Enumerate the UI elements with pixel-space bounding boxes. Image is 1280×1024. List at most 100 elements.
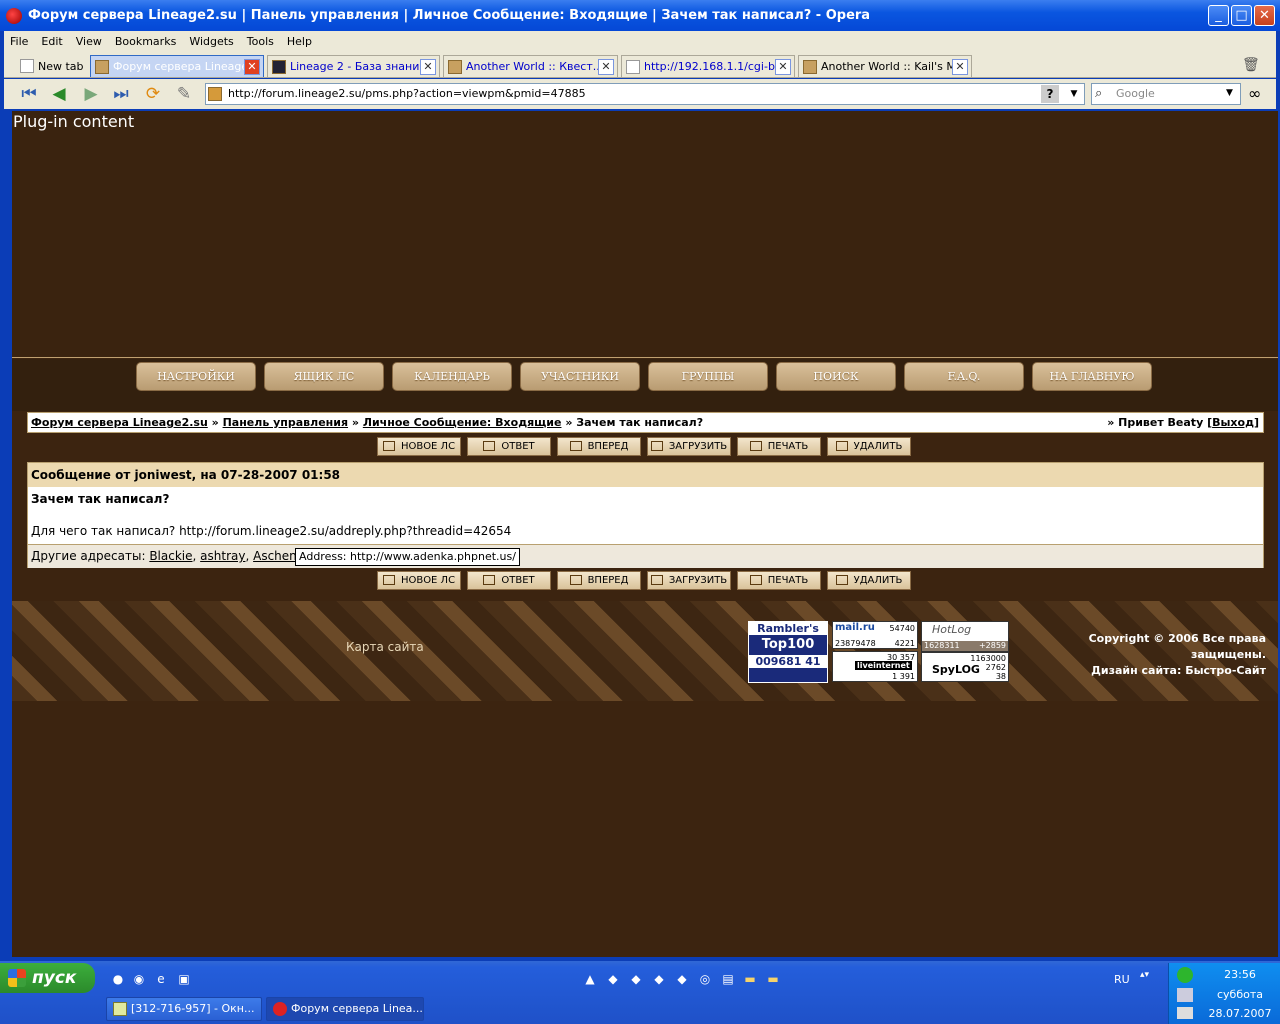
close-tab-icon[interactable]: ✕ bbox=[952, 58, 968, 75]
folder-icon[interactable]: ▬ bbox=[765, 971, 781, 987]
address-bar[interactable]: http://forum.lineage2.su/pms.php?action=… bbox=[205, 83, 1085, 105]
toolbar-icon[interactable]: ▤ bbox=[720, 971, 736, 987]
delete-button[interactable]: УДАЛИТЬ bbox=[827, 437, 911, 456]
mailru-counter[interactable]: mail.ru 54740 23879478 4221 bbox=[832, 621, 918, 649]
new-pm-button[interactable]: НОВОЕ ЛС bbox=[377, 437, 461, 456]
toolbar-icon[interactable]: ◆ bbox=[605, 971, 621, 987]
tab-another-world-quest[interactable]: Another World :: Квест... ✕ bbox=[443, 55, 618, 77]
download-label: ЗАГРУЗИТЬ bbox=[668, 441, 728, 452]
rambler-counter[interactable]: Rambler's Top100 009681 41 bbox=[748, 621, 828, 683]
nav-pm-box-button[interactable]: ЯЩИК ЛС bbox=[264, 362, 384, 391]
dropdown-icon[interactable]: ▼ bbox=[1066, 85, 1082, 103]
crumb-panel-link[interactable]: Панель управления bbox=[223, 416, 348, 429]
delete-icon bbox=[835, 441, 848, 451]
close-button[interactable]: ✕ bbox=[1254, 5, 1275, 26]
forward-button[interactable]: ВПЕРЕД bbox=[557, 571, 641, 590]
toolbar-icon[interactable]: ◆ bbox=[651, 971, 667, 987]
tray-app-icon[interactable] bbox=[1177, 1007, 1193, 1019]
recipient-link[interactable]: Blackie bbox=[149, 549, 192, 563]
plugin-label: Plug-in content bbox=[13, 112, 135, 131]
maximize-button[interactable]: □ bbox=[1231, 5, 1252, 26]
menu-help[interactable]: Help bbox=[287, 35, 312, 48]
copyright-block: Copyright © 2006 Все права защищены. Диз… bbox=[1012, 631, 1266, 679]
rewind-icon[interactable]: ⏮ bbox=[18, 83, 40, 105]
tab-new[interactable]: New tab bbox=[16, 55, 86, 77]
delete-button[interactable]: УДАЛИТЬ bbox=[827, 571, 911, 590]
close-tab-icon[interactable]: ✕ bbox=[244, 58, 260, 75]
search-engine-dropdown-icon[interactable]: ▼ bbox=[1226, 88, 1233, 98]
icq-icon[interactable] bbox=[1177, 967, 1193, 983]
close-tab-icon[interactable]: ✕ bbox=[420, 58, 436, 75]
minimize-button[interactable]: _ bbox=[1208, 5, 1229, 26]
tab-lineage-kb[interactable]: Lineage 2 - База знаний ... ✕ bbox=[267, 55, 440, 77]
menu-edit[interactable]: Edit bbox=[41, 35, 62, 48]
language-indicator[interactable]: RU bbox=[1114, 973, 1130, 986]
back-icon[interactable]: ◀ bbox=[48, 83, 70, 105]
view-icon[interactable]: ∞ bbox=[1248, 84, 1261, 103]
liveinternet-counter[interactable]: 30 357 liveinternet 1 391 bbox=[832, 651, 918, 682]
folder-icon[interactable]: ▬ bbox=[742, 971, 758, 987]
recipient-link[interactable]: ashtray bbox=[200, 549, 245, 563]
media-quicklaunch-icon[interactable]: ◉ bbox=[131, 971, 147, 987]
trash-icon[interactable]: 🗑 bbox=[1242, 57, 1260, 73]
opera-quicklaunch-icon[interactable]: ● bbox=[110, 971, 126, 987]
close-tab-icon[interactable]: ✕ bbox=[775, 58, 791, 75]
menu-bookmarks[interactable]: Bookmarks bbox=[115, 35, 176, 48]
crumb-forum-link[interactable]: Форум сервера Lineage2.su bbox=[31, 416, 208, 429]
edit-icon[interactable]: ✎ bbox=[173, 83, 195, 105]
toolbar-icon[interactable]: ◆ bbox=[628, 971, 644, 987]
nav-groups-button[interactable]: ГРУППЫ bbox=[648, 362, 768, 391]
nav-settings-button[interactable]: НАСТРОЙКИ bbox=[136, 362, 256, 391]
toolbar-icon[interactable]: ▲ bbox=[582, 971, 598, 987]
recipient-link[interactable]: Aschen bbox=[253, 549, 297, 563]
download-button[interactable]: ЗАГРУЗИТЬ bbox=[647, 437, 731, 456]
new-pm-label: НОВОЕ ЛС bbox=[400, 441, 456, 452]
close-tab-icon[interactable]: ✕ bbox=[598, 58, 614, 75]
tab-forum[interactable]: Форум сервера Lineage... ✕ bbox=[90, 55, 264, 77]
menu-tools[interactable]: Tools bbox=[247, 35, 274, 48]
web-page: Plug-in content НАСТРОЙКИ ЯЩИК ЛС КАЛЕНД… bbox=[12, 111, 1278, 957]
crumb-inbox-link[interactable]: Личное Сообщение: Входящие bbox=[363, 416, 562, 429]
app-quicklaunch-icon[interactable]: ▣ bbox=[176, 971, 192, 987]
toolbar-icon[interactable]: ◆ bbox=[674, 971, 690, 987]
reply-button[interactable]: ОТВЕТ bbox=[467, 437, 551, 456]
clock-date: 28.07.2007 bbox=[1208, 1007, 1272, 1020]
reply-label: ОТВЕТ bbox=[501, 441, 535, 452]
tab-another-world-kail[interactable]: Another World :: Kail's M... ✕ bbox=[798, 55, 972, 77]
forward-pm-icon bbox=[569, 441, 582, 451]
nav-faq-button[interactable]: F.A.Q. bbox=[904, 362, 1024, 391]
menu-widgets[interactable]: Widgets bbox=[189, 35, 233, 48]
search-input[interactable]: Google bbox=[1091, 83, 1241, 105]
network-icon[interactable] bbox=[1177, 988, 1193, 1002]
language-menu-icon[interactable]: ▴▾ bbox=[1140, 970, 1149, 980]
nav-members-button[interactable]: УЧАСТНИКИ bbox=[520, 362, 640, 391]
task-opera[interactable]: Форум сервера Linea... bbox=[266, 997, 424, 1021]
help-icon[interactable]: ? bbox=[1041, 85, 1059, 103]
sitemap-link[interactable]: Карта сайта bbox=[346, 640, 424, 654]
print-button[interactable]: ПЕЧАТЬ bbox=[737, 571, 821, 590]
nav-home-button[interactable]: НА ГЛАВНУЮ bbox=[1032, 362, 1152, 391]
reply-button[interactable]: ОТВЕТ bbox=[467, 571, 551, 590]
download-label: ЗАГРУЗИТЬ bbox=[668, 575, 728, 586]
hotlog-counter[interactable]: HotLog 1628311 +2859 bbox=[921, 621, 1009, 652]
logout-link[interactable]: Выход bbox=[1212, 416, 1254, 429]
forward-icon[interactable]: ▶ bbox=[80, 83, 102, 105]
clock-time[interactable]: 23:56 bbox=[1203, 968, 1277, 981]
toolbar-icon[interactable]: ◎ bbox=[697, 971, 713, 987]
download-button[interactable]: ЗАГРУЗИТЬ bbox=[647, 571, 731, 590]
spylog-counter[interactable]: 1163000 SpyLOG 2762 38 bbox=[921, 652, 1009, 682]
reload-icon[interactable]: ⟳ bbox=[142, 83, 164, 105]
nav-search-button[interactable]: ПОИСК bbox=[776, 362, 896, 391]
tab-router[interactable]: http://192.168.1.1/cgi-b... ✕ bbox=[621, 55, 795, 77]
new-pm-button[interactable]: НОВОЕ ЛС bbox=[377, 571, 461, 590]
forward-button[interactable]: ВПЕРЕД bbox=[557, 437, 641, 456]
menu-file[interactable]: File bbox=[10, 35, 28, 48]
rambler-line1: Rambler's bbox=[749, 622, 827, 635]
ie-quicklaunch-icon[interactable]: e bbox=[153, 971, 169, 987]
print-button[interactable]: ПЕЧАТЬ bbox=[737, 437, 821, 456]
task-remote-window[interactable]: [312-716-957] - Окн... bbox=[106, 997, 262, 1021]
message-panel: Сообщение от joniwest, на 07-28-2007 01:… bbox=[27, 462, 1264, 568]
fast-forward-icon[interactable]: ⏭ bbox=[110, 83, 132, 105]
menu-view[interactable]: View bbox=[76, 35, 102, 48]
nav-calendar-button[interactable]: КАЛЕНДАРЬ bbox=[392, 362, 512, 391]
